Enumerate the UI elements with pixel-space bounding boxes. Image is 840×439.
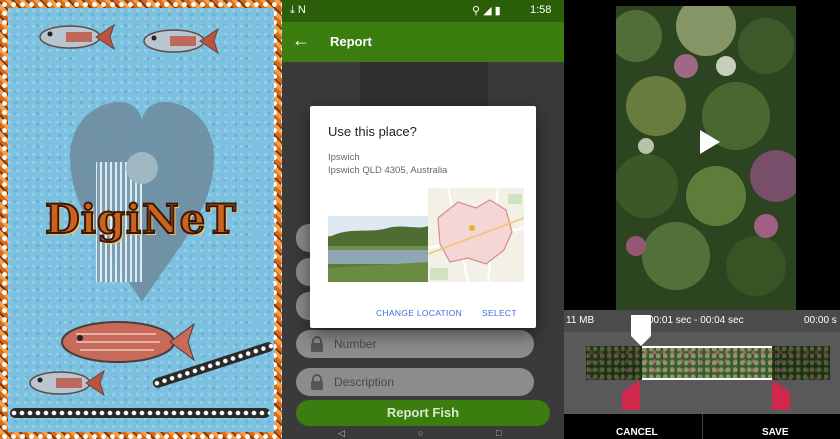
nav-back-icon[interactable]: ◁	[338, 428, 345, 439]
video-trim-screen: 11 MB 00:01 sec - 00:04 sec 00:00 s CANC…	[564, 0, 840, 439]
number-field[interactable]: Number	[296, 330, 534, 358]
status-time: 1:58	[530, 4, 552, 16]
playhead-marker[interactable]	[630, 314, 652, 354]
place-photo	[328, 216, 428, 282]
action-divider	[702, 414, 703, 439]
file-size: 11 MB	[566, 315, 595, 326]
selected-range	[642, 346, 772, 380]
decorative-dot-line	[10, 408, 270, 418]
lock-icon	[311, 336, 323, 352]
save-button[interactable]: SAVE	[762, 427, 789, 438]
select-button[interactable]: SELECT	[482, 308, 517, 318]
trim-range: 00:01 sec - 00:04 sec	[648, 315, 744, 326]
end-time: 00:00 s	[804, 315, 837, 326]
photo-thumbnail	[360, 62, 488, 106]
place-address: Ipswich QLD 4305, Australia	[328, 165, 448, 176]
signal-icons: ⚲ ◢ ▮	[472, 5, 501, 17]
app-bar: ← Report	[282, 22, 564, 62]
use-this-place-dialog: Use this place? Ipswich Ipswich QLD 4305…	[310, 106, 536, 328]
trim-start-handle[interactable]	[622, 380, 640, 410]
description-placeholder: Description	[334, 375, 395, 389]
report-screen: ⤓ N ⚲ ◢ ▮ 1:58 ← Report Number Descripti…	[282, 0, 564, 439]
video-preview[interactable]	[616, 6, 796, 310]
number-placeholder: Number	[334, 337, 377, 351]
splash-panel: DigiNeT	[0, 0, 282, 439]
trim-info-bar: 11 MB 00:01 sec - 00:04 sec 00:00 s	[564, 310, 840, 332]
cancel-button[interactable]: CANCEL	[616, 427, 658, 438]
fish-icon	[29, 369, 105, 397]
description-field[interactable]: Description	[296, 368, 534, 396]
place-name: Ipswich	[328, 152, 360, 163]
app-logo: DigiNeT	[44, 195, 237, 244]
trim-timeline[interactable]	[564, 315, 840, 414]
fish-icon	[143, 27, 219, 55]
editor-actions: CANCEL SAVE	[564, 414, 840, 439]
change-location-button[interactable]: CHANGE LOCATION	[376, 308, 462, 318]
nav-recents-icon[interactable]: □	[496, 428, 501, 438]
report-fish-button[interactable]: Report Fish	[296, 400, 550, 426]
page-title: Report	[330, 34, 372, 49]
status-bar: ⤓ N ⚲ ◢ ▮ 1:58	[282, 0, 564, 22]
notification-icons: ⤓ N	[290, 4, 306, 16]
android-nav-bar: ◁ ○ □	[282, 428, 564, 439]
nav-home-icon[interactable]: ○	[418, 428, 423, 438]
location-map	[428, 188, 524, 282]
fish-icon	[39, 23, 115, 51]
fish-icon	[61, 321, 195, 363]
dialog-title: Use this place?	[328, 124, 417, 139]
arrow-left-icon[interactable]: ←	[292, 30, 310, 51]
lock-icon	[311, 374, 323, 390]
trimmed-right-shade	[772, 346, 830, 380]
play-icon[interactable]	[698, 128, 722, 156]
trim-end-handle[interactable]	[772, 380, 790, 410]
